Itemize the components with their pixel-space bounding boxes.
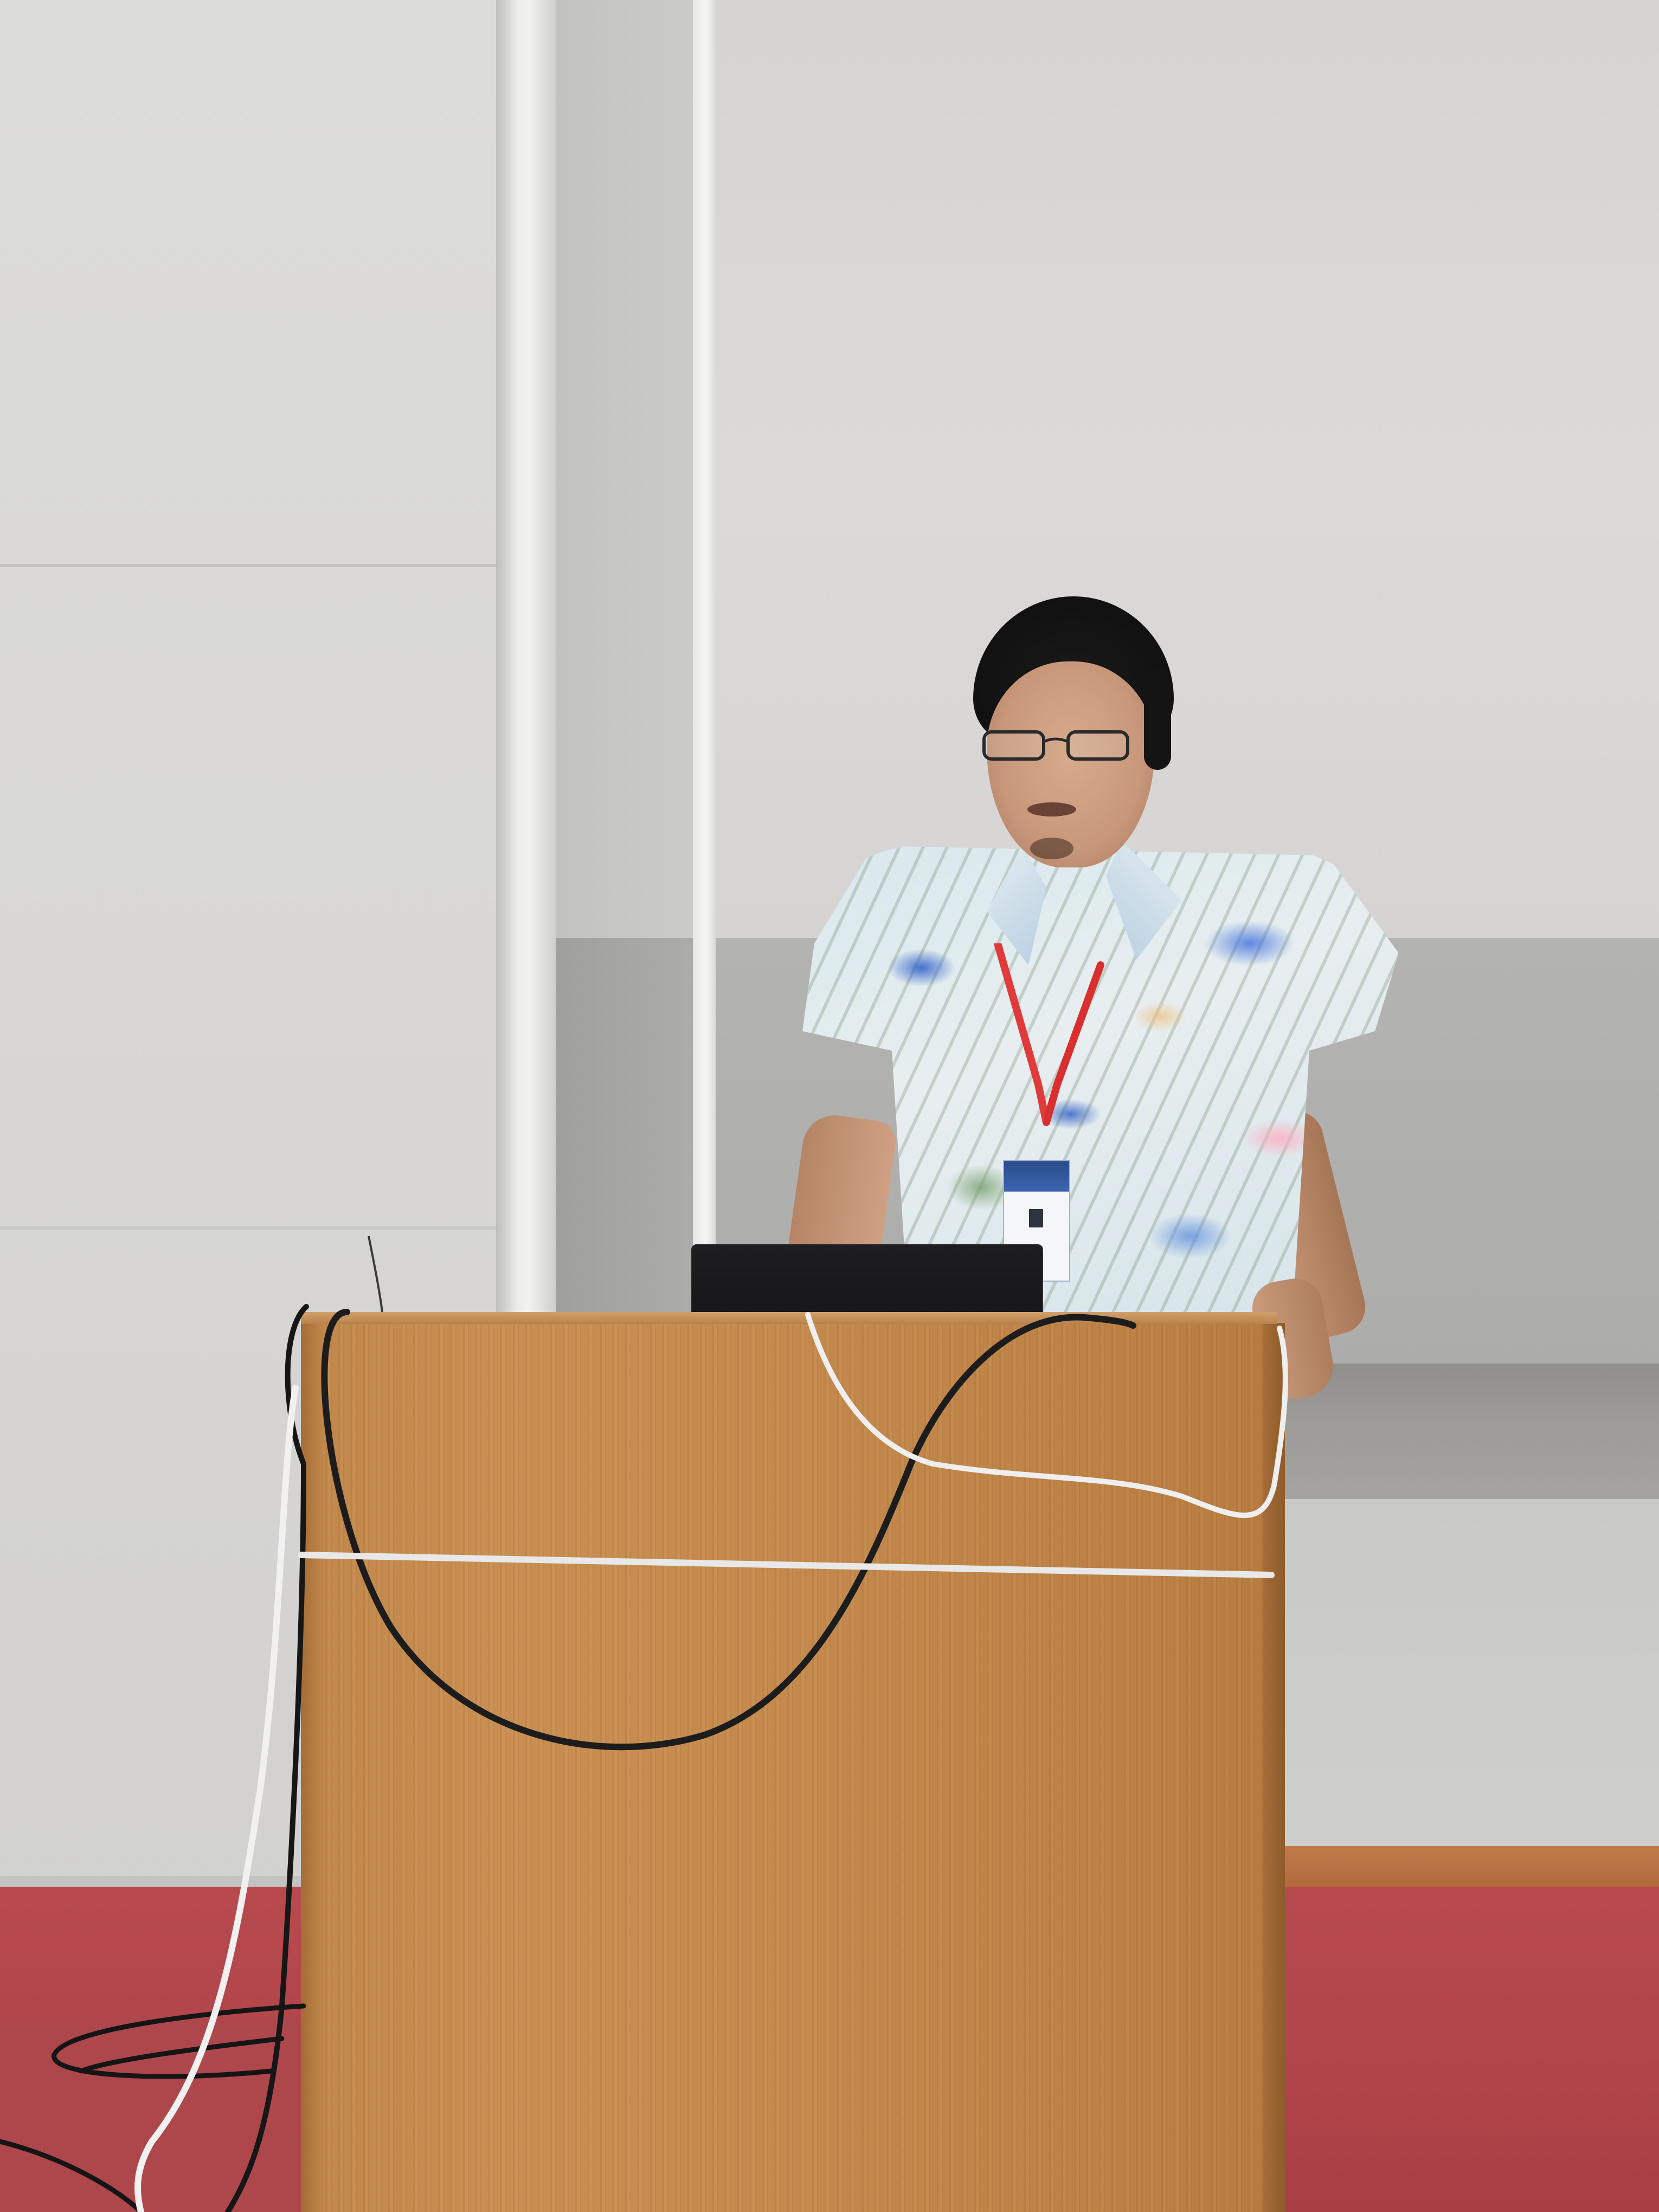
photo-scene	[0, 0, 1659, 2212]
cables	[0, 1236, 1288, 2212]
floor-cable-coil	[0, 2003, 306, 2212]
black-cable	[321, 1309, 1136, 1751]
white-cable	[805, 1312, 1288, 1518]
thin-wire	[368, 1236, 383, 1313]
white-strap	[298, 1552, 1275, 1578]
